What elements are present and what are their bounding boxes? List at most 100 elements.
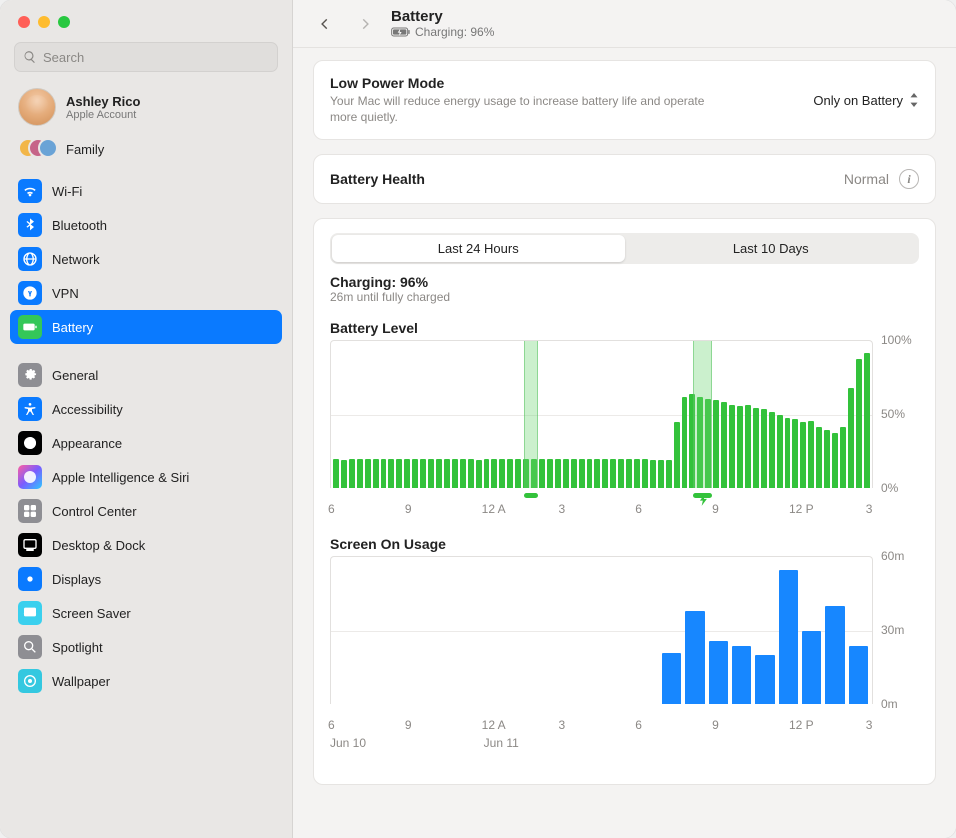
charging-strip-icon [331,490,872,498]
screen-on-usage-yaxis: 60m 30m 0m [873,556,919,704]
battery-health-info-button[interactable]: i [899,169,919,189]
sidebar-item-apple-account[interactable]: Ashley Rico Apple Account [0,82,292,132]
charging-eta: 26m until fully charged [330,290,919,304]
xaxis-tick: 12 A [482,502,506,516]
search-input[interactable]: Search [14,42,278,72]
battery-level-bar [468,459,474,488]
battery-level-bar [840,427,846,489]
low-power-mode-value: Only on Battery [813,93,903,108]
battery-level-bar [713,400,719,488]
nav-forward-button[interactable] [351,10,379,38]
disp-icon [18,567,42,591]
sidebar-item-label: Appearance [52,436,122,451]
battery-level-bar [777,415,783,489]
sidebar-item-bluetooth[interactable]: Bluetooth [10,208,282,242]
battery-level-bar [729,405,735,489]
battery-level-bar [864,353,870,488]
sidebar-item-wi-fi[interactable]: Wi-Fi [10,174,282,208]
battery-level-chart: Battery Level 100% 50% 0% 691 [330,320,919,518]
family-avatars-icon [18,138,56,160]
sidebar-list: Wi-Fi Bluetooth Network VPN Battery General A… [0,174,292,838]
low-power-mode-dropdown[interactable]: Only on Battery [813,93,919,108]
sidebar-item-vpn[interactable]: VPN [10,276,282,310]
xaxis-tick: 3 [866,718,873,732]
screen-on-bar [732,646,751,705]
battery-level-bar [769,412,775,488]
sidebar-item-battery[interactable]: Battery [10,310,282,344]
battery-level-bar [507,459,513,488]
screen-on-bar [662,653,681,704]
battery-level-bar [610,459,616,488]
battery-level-bar [404,459,410,488]
charging-band [693,341,712,488]
window-controls [0,0,292,38]
sidebar-item-network[interactable]: Network [10,242,282,276]
zoom-window-button[interactable] [58,16,70,28]
sidebar: Search Ashley Rico Apple Account Family … [0,0,293,838]
seg-last-10d[interactable]: Last 10 Days [625,235,918,262]
seg-last-24h[interactable]: Last 24 Hours [332,235,625,262]
content: Low Power Mode Your Mac will reduce ener… [293,48,956,838]
main-panel: Battery Charging: 96% Low Power Mode You… [293,0,956,838]
battery-level-bar [800,422,806,488]
sidebar-item-wallpaper[interactable]: Wallpaper [10,664,282,698]
battery-level-bar [436,459,442,488]
battery-level-bar [650,460,656,488]
settings-window: Search Ashley Rico Apple Account Family … [0,0,956,838]
spot-icon [18,635,42,659]
xaxis-tick: 9 [712,502,719,516]
screen-on-bar [709,641,728,705]
charging-band [524,341,538,488]
battery-level-bar [420,459,426,488]
minimize-window-button[interactable] [38,16,50,28]
sidebar-item-label: Network [52,252,100,267]
battery-level-bar [515,459,521,488]
battery-level-bar [587,459,593,488]
sidebar-item-control-center[interactable]: Control Center [10,494,282,528]
sidebar-item-apple-intelligence-siri[interactable]: Apple Intelligence & Siri [10,460,282,494]
sidebar-item-displays[interactable]: Displays [10,562,282,596]
sidebar-item-desktop-dock[interactable]: Desktop & Dock [10,528,282,562]
sidebar-item-label: Bluetooth [52,218,107,233]
sidebar-item-screen-saver[interactable]: Screen Saver [10,596,282,630]
xaxis-tick: 6 [635,502,642,516]
battery-charging-icon [391,26,411,38]
battery-health-status: Normal [844,171,889,187]
sidebar-item-appearance[interactable]: Appearance [10,426,282,460]
sidebar-item-accessibility[interactable]: Accessibility [10,392,282,426]
battery-level-bar [428,459,434,488]
battery-level-bar [452,459,458,488]
nav-back-button[interactable] [311,10,339,38]
close-window-button[interactable] [18,16,30,28]
sidebar-item-label: Displays [52,572,101,587]
battery-level-bar [460,459,466,488]
xaxis-tick: 12 P [789,502,814,516]
battery-level-bar [626,459,632,488]
screen-on-usage-plot [330,556,873,704]
search-placeholder: Search [43,50,84,65]
vpn-icon [18,281,42,305]
battery-level-bar [634,459,640,488]
siri-icon [18,465,42,489]
sidebar-item-label: General [52,368,98,383]
battery-level-bar [674,422,680,488]
acc-icon [18,397,42,421]
dock-icon [18,533,42,557]
battery-level-bar [721,402,727,489]
xaxis-date: Jun 11 [484,736,519,750]
sidebar-item-label: Battery [52,320,93,335]
chevron-right-icon [358,17,372,31]
sidebar-item-family[interactable]: Family [0,132,292,174]
battery-level-bar [373,459,379,488]
xaxis-tick: 6 [328,718,335,732]
battery-level-bar [491,459,497,488]
battery-level-bar [547,459,553,488]
screen-on-usage-xaxis: 6912 A36912 P3 [330,718,919,734]
xaxis-tick: 3 [558,502,565,516]
sidebar-item-general[interactable]: General [10,358,282,392]
sidebar-item-spotlight[interactable]: Spotlight [10,630,282,664]
xaxis-tick: 3 [866,502,873,516]
battery-level-bar [816,427,822,489]
sidebar-item-label: Spotlight [52,640,103,655]
battery-level-bar [357,459,363,488]
